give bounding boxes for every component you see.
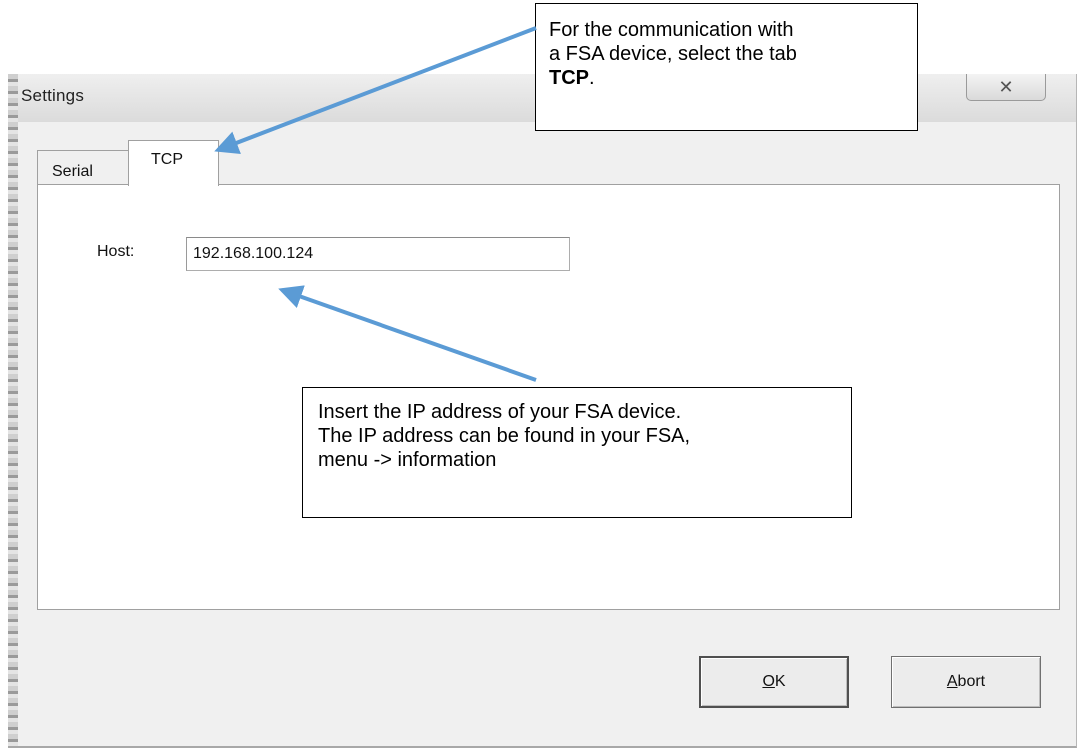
ip-callout-line1: Insert the IP address of your FSA device… — [318, 401, 682, 423]
ip-address-callout: Insert the IP address of your FSA device… — [302, 387, 852, 518]
close-icon: ✕ — [998, 77, 1014, 97]
tab-tcp[interactable]: TCP — [128, 140, 219, 186]
window-border — [8, 74, 18, 746]
ip-callout-line2: The IP address can be found in your FSA, — [318, 425, 691, 447]
tab-tcp-label: TCP — [151, 151, 183, 168]
window-title: Settings — [21, 86, 85, 105]
ip-callout-line3: menu -> information — [318, 449, 497, 471]
ok-mnemonic: O — [762, 673, 775, 690]
host-input[interactable] — [186, 237, 570, 271]
abort-button[interactable]: Abort — [891, 656, 1041, 708]
tab-serial[interactable]: Serial — [37, 150, 129, 184]
close-button[interactable]: ✕ — [966, 74, 1046, 101]
ok-button[interactable]: OK — [699, 656, 849, 708]
tcp-tab-callout: For the communication with a FSA device,… — [535, 3, 918, 131]
tcp-callout-bold: TCP — [549, 67, 589, 89]
abort-mnemonic: A — [946, 673, 958, 690]
abort-label-rest: bort — [957, 673, 986, 690]
tcp-callout-line2: a FSA device, select the tab — [549, 43, 797, 65]
tcp-callout-suffix: . — [589, 67, 595, 89]
ok-label-rest: K — [774, 673, 786, 690]
host-label: Host: — [97, 243, 135, 260]
tab-serial-label: Serial — [52, 163, 93, 180]
tcp-callout-line1: For the communication with — [549, 19, 794, 41]
